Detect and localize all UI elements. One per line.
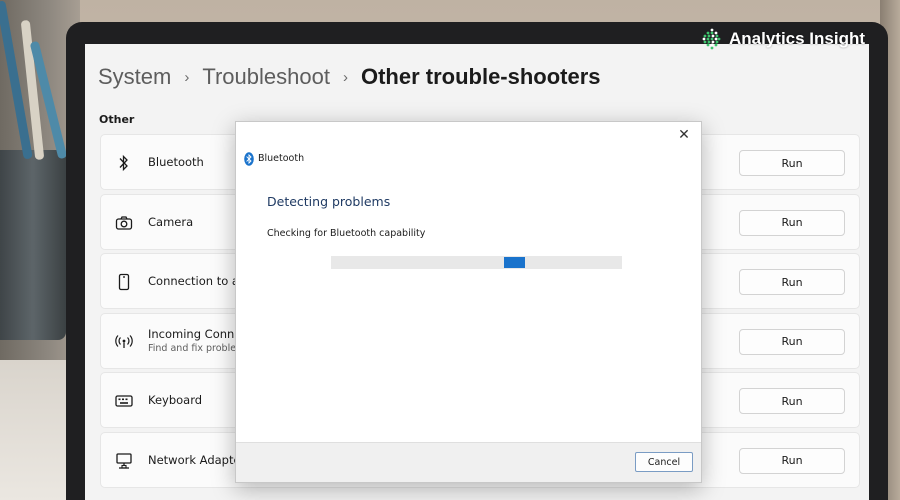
run-button-camera[interactable]: Run bbox=[739, 209, 845, 236]
analytics-insight-watermark: Analytics Insight bbox=[700, 24, 880, 54]
close-icon[interactable]: ✕ bbox=[675, 126, 693, 144]
row-title: Network Adapter bbox=[148, 452, 246, 467]
progress-indicator bbox=[503, 257, 525, 268]
bluetooth-logo-icon bbox=[243, 151, 254, 166]
row-title: Bluetooth bbox=[148, 155, 204, 169]
breadcrumb-separator: › bbox=[184, 68, 190, 86]
breadcrumb-troubleshoot[interactable]: Troubleshoot bbox=[202, 64, 330, 90]
row-title: Camera bbox=[148, 214, 194, 229]
breadcrumb-system[interactable]: System bbox=[98, 64, 171, 90]
dialog-footer: Cancel bbox=[236, 442, 701, 482]
dialog-status-text: Checking for Bluetooth capability bbox=[267, 228, 426, 239]
progress-bar bbox=[331, 256, 622, 269]
run-button-keyboard[interactable]: Run bbox=[739, 388, 845, 415]
run-button-network-adapter[interactable]: Run bbox=[739, 447, 845, 474]
settings-window: System › Troubleshoot › Other trouble-sh… bbox=[85, 44, 869, 500]
watermark-text: Analytics Insight bbox=[729, 29, 866, 48]
row-title: Keyboard bbox=[148, 393, 203, 408]
dialog-heading: Detecting problems bbox=[267, 194, 391, 209]
troubleshooter-dialog: ✕ Bluetooth Detecting problems Checking … bbox=[235, 121, 702, 483]
camera-icon bbox=[113, 212, 135, 234]
keyboard-icon bbox=[113, 390, 135, 412]
section-label: Other bbox=[99, 113, 135, 126]
breadcrumb: System › Troubleshoot › Other trouble-sh… bbox=[98, 62, 601, 92]
network-adapter-icon bbox=[113, 450, 135, 472]
analytics-insight-logo-icon bbox=[702, 28, 721, 50]
page-title: Other trouble-shooters bbox=[360, 64, 601, 89]
run-button-bluetooth[interactable]: Run bbox=[739, 150, 845, 176]
row-subtitle: Find and fix problen bbox=[148, 342, 243, 354]
phone-icon bbox=[113, 271, 135, 293]
dialog-title: Bluetooth bbox=[258, 153, 305, 164]
antenna-icon bbox=[113, 331, 135, 353]
run-button-connection[interactable]: Run bbox=[739, 269, 845, 296]
row-title: Incoming Connec bbox=[148, 326, 248, 341]
cancel-button[interactable]: Cancel bbox=[635, 452, 693, 472]
bluetooth-icon bbox=[113, 152, 135, 174]
breadcrumb-separator: › bbox=[342, 68, 348, 86]
background-pen-cup bbox=[0, 150, 66, 340]
run-button-incoming-connections[interactable]: Run bbox=[739, 328, 845, 355]
